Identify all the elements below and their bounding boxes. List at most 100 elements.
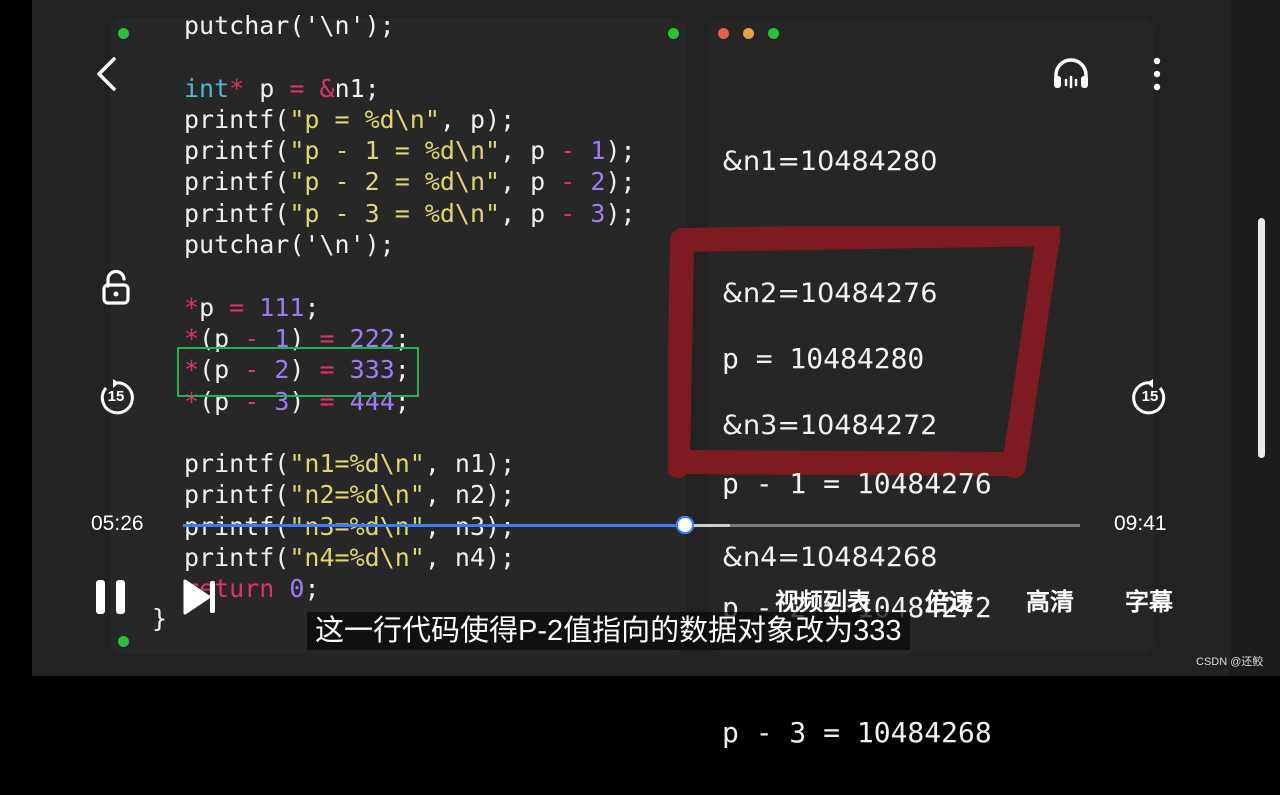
code-token: putchar('\n'); (184, 11, 395, 40)
code-token: 111 (259, 292, 305, 322)
code-line: printf("p - 1 = %d\n", p - 1); (184, 135, 636, 166)
code-token: ); (605, 167, 636, 197)
replay-seconds: 15 (107, 388, 125, 405)
code-token: "p = %d\n" (289, 104, 440, 134)
code-token: = (289, 73, 305, 103)
more-icon[interactable] (1150, 56, 1164, 97)
right-bezel (1230, 0, 1280, 676)
replay-15-icon[interactable]: 15 (96, 378, 136, 418)
closing-brace: } (152, 604, 168, 633)
code-token: "p - 1 = %d\n" (289, 136, 501, 166)
window-close-dot (718, 28, 729, 39)
code-token: printf( (184, 480, 290, 510)
code-line: printf("n2=%d\n", n2); (184, 479, 636, 510)
code-token: , p (500, 136, 561, 166)
output-line: &n1=10484280 (722, 146, 938, 177)
code-line: printf("p - 2 = %d\n", p - 2); (184, 166, 636, 197)
code-token: , p); (439, 104, 516, 134)
scroll-indicator[interactable] (1258, 218, 1265, 458)
output-line: p = 10484280 (722, 342, 925, 375)
next-icon[interactable] (182, 578, 218, 621)
code-token: ; (304, 292, 320, 322)
back-icon[interactable] (94, 56, 118, 97)
code-token: p (244, 73, 290, 103)
code-token: & (319, 73, 335, 103)
code-token: - (560, 198, 576, 228)
code-token: ); (605, 136, 636, 166)
code-line: putchar('\n'); (184, 10, 636, 41)
current-time: 05:26 (91, 512, 144, 535)
speed-button[interactable]: 倍速 (925, 582, 973, 617)
code-token: printf( (184, 198, 290, 228)
subtitle-caption: 这一行代码使得P-2值指向的数据对象改为333 (307, 612, 910, 650)
code-token: , p (500, 167, 561, 197)
code-token: "p - 3 = %d\n" (289, 198, 501, 228)
code-line: *p = 111; (184, 292, 636, 323)
code-token: putchar('\n'); (184, 230, 395, 260)
code-line: printf("n4=%d\n", n4); (184, 542, 636, 573)
code-token: ; (304, 574, 320, 604)
code-token: p (199, 292, 230, 322)
code-line: printf("p = %d\n", p); (184, 104, 636, 135)
watermark: CSDN @还鲛 (1196, 656, 1264, 668)
code-token: 1 (590, 136, 606, 166)
code-token: , n1); (424, 449, 516, 479)
window-zoom-dot (768, 28, 779, 39)
code-token: printf( (184, 449, 290, 479)
code-token: - (560, 136, 576, 166)
code-token: * (184, 292, 200, 322)
lock-icon[interactable] (100, 269, 132, 311)
code-token: 0 (289, 574, 305, 604)
output-line: p - 1 = 10484276 (722, 466, 992, 500)
code-token: - (560, 167, 576, 197)
code-token: printf( (184, 543, 290, 573)
subtitles-button[interactable]: 字幕 (1125, 582, 1173, 617)
code-line: return 0; (184, 573, 636, 604)
code-token: "n2=%d\n" (289, 480, 425, 510)
code-token: printf( (184, 136, 290, 166)
code-token: "n1=%d\n" (289, 449, 425, 479)
code-token: int (184, 73, 230, 103)
total-time: 09:41 (1114, 512, 1167, 535)
code-line: printf("p - 3 = %d\n", p - 3); (184, 198, 636, 229)
forward-15-icon[interactable]: 15 (1130, 378, 1170, 418)
code-token: ); (605, 198, 636, 228)
output-line: p - 3 = 10484268 (722, 715, 992, 749)
code-line: putchar('\n'); (184, 229, 636, 260)
code-token: n1; (334, 73, 380, 103)
window-dot (668, 28, 679, 39)
played-bar (183, 524, 686, 527)
code-line: int* p = &n1; (184, 73, 636, 104)
code-token: 3 (590, 198, 606, 228)
code-token: printf( (184, 104, 290, 134)
code-token: * (229, 73, 245, 103)
code-token: 2 (590, 167, 606, 197)
code-token: , n2); (424, 480, 516, 510)
code-token: "p - 2 = %d\n" (289, 167, 501, 197)
code-token: , n4); (424, 543, 516, 573)
window-minimize-dot (743, 28, 754, 39)
code-token: , p (500, 198, 561, 228)
window-dot (118, 636, 129, 647)
highlight-box (177, 347, 419, 397)
headphones-icon[interactable] (1052, 58, 1090, 95)
progress-track[interactable] (183, 516, 1080, 534)
pause-icon[interactable] (94, 578, 128, 621)
code-token: "n4=%d\n" (289, 543, 425, 573)
forward-seconds: 15 (1141, 388, 1159, 405)
code-token: printf( (184, 167, 290, 197)
code-listing: putchar('\n'); int* p = &n1; printf("p = %… (184, 10, 636, 605)
code-line: printf("n1=%d\n", n1); (184, 448, 636, 479)
code-token: = (229, 292, 245, 322)
quality-button[interactable]: 高清 (1026, 582, 1074, 617)
window-dot (118, 28, 129, 39)
